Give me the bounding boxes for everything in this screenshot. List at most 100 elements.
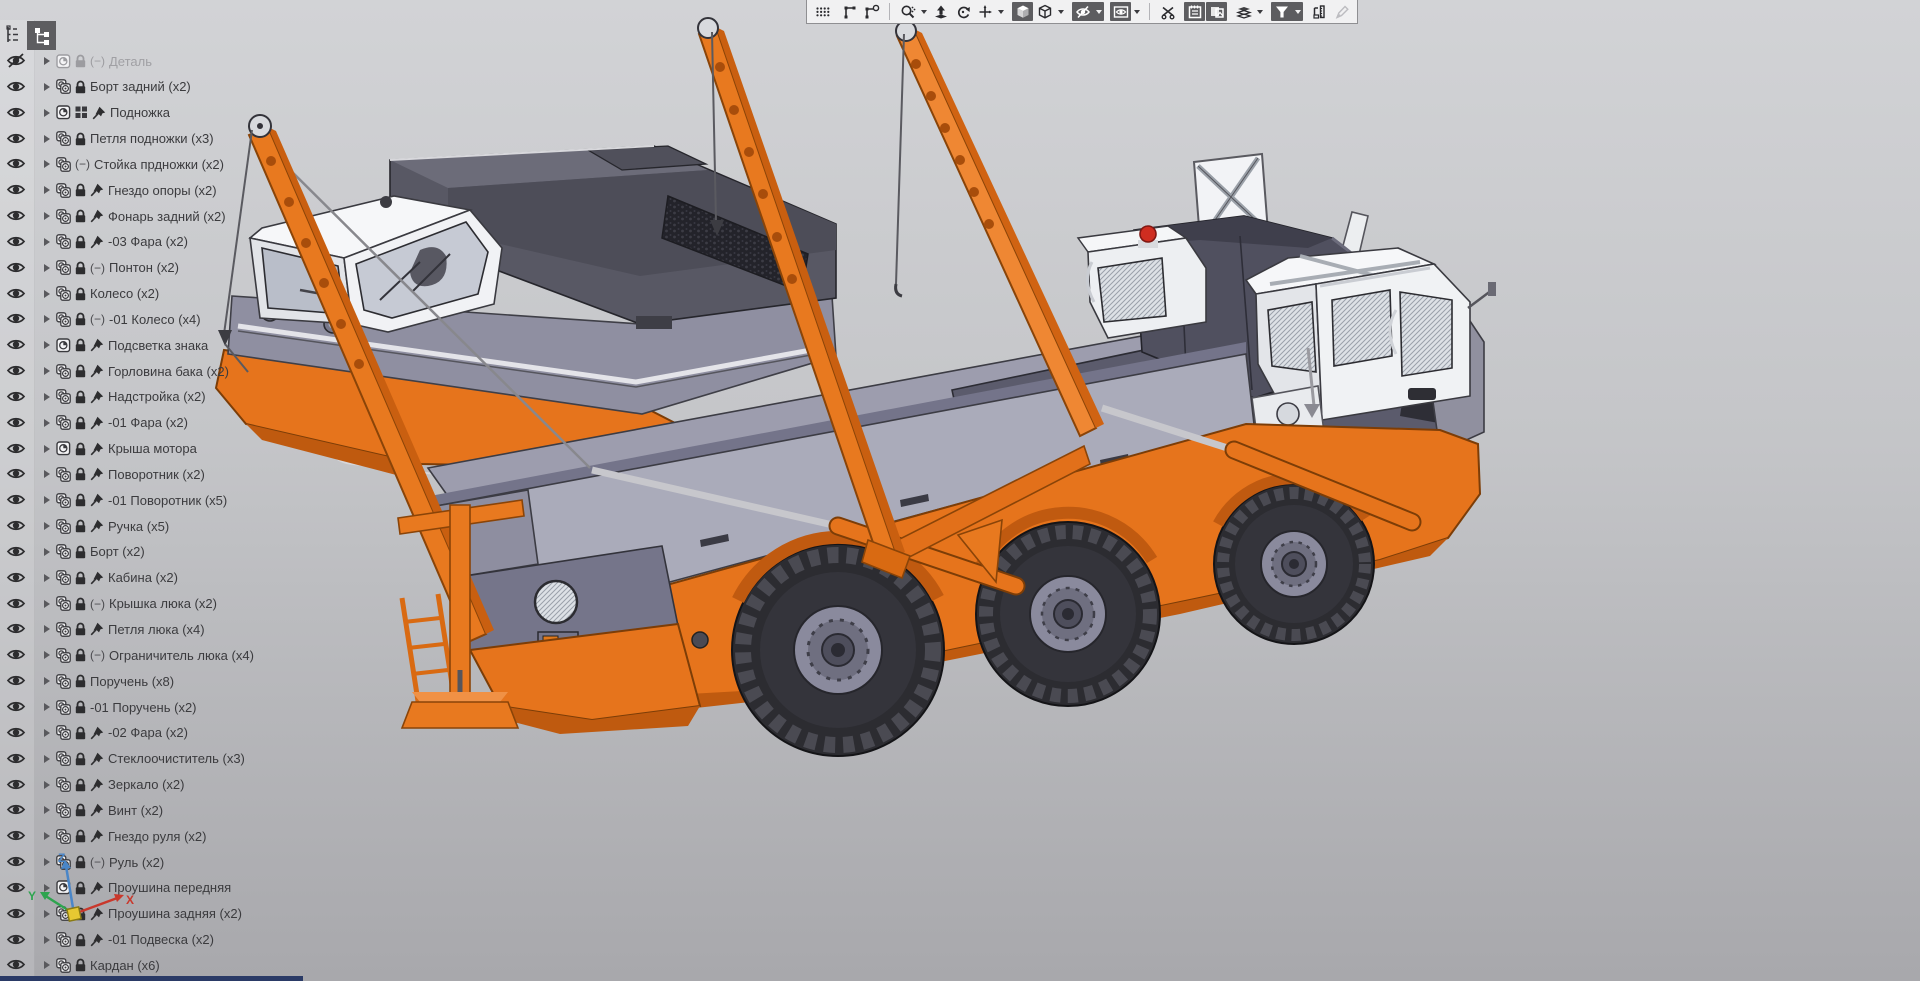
zoom-area-button-dropdown[interactable] xyxy=(918,2,929,21)
move-view-button[interactable] xyxy=(974,2,995,21)
toolbar-drag-handle[interactable] xyxy=(812,2,833,21)
stamp-button-dropdown[interactable] xyxy=(1254,2,1265,21)
expand-arrow[interactable] xyxy=(44,238,50,246)
tree-row[interactable]: Борт (x2) xyxy=(0,539,420,565)
tree-row[interactable]: -02 Фара (x2) xyxy=(0,720,420,746)
expand-arrow[interactable] xyxy=(44,367,50,375)
visibility-eye-icon[interactable] xyxy=(6,234,26,249)
visibility-eye-icon[interactable] xyxy=(6,570,26,585)
tree-row[interactable]: Петля люка (x4) xyxy=(0,616,420,642)
visibility-eye-icon[interactable] xyxy=(6,828,26,843)
tree-row[interactable]: Поручень (x8) xyxy=(0,668,420,694)
visibility-eye-icon[interactable] xyxy=(6,518,26,533)
expand-arrow[interactable] xyxy=(44,470,50,478)
wheel-rear[interactable] xyxy=(1214,484,1374,644)
tree-row[interactable]: Стеклоочиститель (x3) xyxy=(0,746,420,772)
expand-arrow[interactable] xyxy=(44,600,50,608)
expand-arrow[interactable] xyxy=(44,212,50,220)
visibility-eye-icon[interactable] xyxy=(6,208,26,223)
visibility-eye-icon[interactable] xyxy=(6,673,26,688)
tree-row[interactable]: Гнездо опоры (x2) xyxy=(0,177,420,203)
tree-row[interactable]: -03 Фара (x2) xyxy=(0,229,420,255)
tree-row[interactable]: Поворотник (x2) xyxy=(0,461,420,487)
hide-components-button[interactable] xyxy=(1072,2,1093,21)
measure-button[interactable] xyxy=(1309,2,1330,21)
visibility-eye-icon[interactable] xyxy=(6,751,26,766)
hide-components-button-dropdown[interactable] xyxy=(1093,2,1104,21)
expand-arrow[interactable] xyxy=(44,729,50,737)
visibility-eye-icon[interactable] xyxy=(6,957,26,972)
tree-row[interactable]: (−)Стойка прдножки (x2) xyxy=(0,151,420,177)
wheel-middle[interactable] xyxy=(976,522,1160,706)
visibility-eye-icon[interactable] xyxy=(6,544,26,559)
expand-arrow[interactable] xyxy=(44,315,50,323)
expand-arrow[interactable] xyxy=(44,57,50,65)
rotate-view-button[interactable] xyxy=(952,2,973,21)
tree-row[interactable]: (−)Крышка люка (x2) xyxy=(0,591,420,617)
visibility-eye-icon[interactable] xyxy=(6,131,26,146)
tree-row[interactable]: Борт задний (x2) xyxy=(0,74,420,100)
tree-row[interactable]: (−)Ограничитель люка (x4) xyxy=(0,642,420,668)
zoom-area-button[interactable] xyxy=(897,2,918,21)
tree-row[interactable]: -01 Поворотник (x5) xyxy=(0,487,420,513)
expand-arrow[interactable] xyxy=(44,677,50,685)
tree-row[interactable]: Крыша мотора xyxy=(0,436,420,462)
expand-arrow[interactable] xyxy=(44,625,50,633)
expand-arrow[interactable] xyxy=(44,160,50,168)
tree-row[interactable]: (−)Деталь xyxy=(0,48,420,74)
expand-arrow[interactable] xyxy=(44,419,50,427)
tree-row[interactable]: Петля подножки (x3) xyxy=(0,126,420,152)
visibility-eye-icon[interactable] xyxy=(6,389,26,404)
move-view-button-dropdown[interactable] xyxy=(995,2,1006,21)
visibility-eye-icon[interactable] xyxy=(6,311,26,326)
visibility-eye-off-icon[interactable] xyxy=(6,53,26,68)
tree-row[interactable]: Надстройка (x2) xyxy=(0,384,420,410)
expand-arrow[interactable] xyxy=(44,832,50,840)
visibility-eye-icon[interactable] xyxy=(6,79,26,94)
wireframe-display-button-dropdown[interactable] xyxy=(1055,2,1066,21)
visibility-eye-icon[interactable] xyxy=(6,286,26,301)
visibility-eye-icon[interactable] xyxy=(6,363,26,378)
expand-arrow[interactable] xyxy=(44,755,50,763)
component-tree-button[interactable] xyxy=(27,21,56,50)
drawing-mode-button[interactable] xyxy=(1184,2,1205,21)
expand-arrow[interactable] xyxy=(44,496,50,504)
visibility-eye-icon[interactable] xyxy=(6,260,26,275)
visibility-eye-icon[interactable] xyxy=(6,621,26,636)
tree-row[interactable]: Винт (x2) xyxy=(0,797,420,823)
shaded-display-button[interactable] xyxy=(1012,2,1033,21)
annotate-button[interactable] xyxy=(1331,2,1352,21)
visibility-eye-icon[interactable] xyxy=(6,415,26,430)
visibility-eye-icon[interactable] xyxy=(6,441,26,456)
visibility-eye-icon[interactable] xyxy=(6,802,26,817)
parameters-list-button[interactable] xyxy=(3,23,25,47)
expand-arrow[interactable] xyxy=(44,341,50,349)
tree-row[interactable]: Подсветка знака xyxy=(0,332,420,358)
tree-row[interactable]: -01 Поручень (x2) xyxy=(0,694,420,720)
visibility-eye-icon[interactable] xyxy=(6,647,26,662)
expand-arrow[interactable] xyxy=(44,574,50,582)
tree-row[interactable]: (−)Понтон (x2) xyxy=(0,255,420,281)
image-quality-button[interactable] xyxy=(1206,2,1227,21)
tree-row[interactable]: Зеркало (x2) xyxy=(0,772,420,798)
visibility-eye-icon[interactable] xyxy=(6,492,26,507)
tree-row[interactable]: Кабина (x2) xyxy=(0,565,420,591)
expand-arrow[interactable] xyxy=(44,83,50,91)
filter-objects-button[interactable] xyxy=(1271,2,1292,21)
orientation-button[interactable] xyxy=(930,2,951,21)
visibility-eye-icon[interactable] xyxy=(6,777,26,792)
expand-arrow[interactable] xyxy=(44,264,50,272)
show-in-window-button-dropdown[interactable] xyxy=(1131,2,1142,21)
tree-row[interactable]: Подножка xyxy=(0,100,420,126)
expand-arrow[interactable] xyxy=(44,651,50,659)
expand-arrow[interactable] xyxy=(44,703,50,711)
tree-row[interactable]: Горловина бака (x2) xyxy=(0,358,420,384)
tree-row[interactable]: -01 Фара (x2) xyxy=(0,410,420,436)
visibility-eye-icon[interactable] xyxy=(6,725,26,740)
expand-arrow[interactable] xyxy=(44,445,50,453)
mid-cab[interactable] xyxy=(1078,226,1206,338)
expand-arrow[interactable] xyxy=(44,393,50,401)
tree-row[interactable]: Кардан (x6) xyxy=(0,952,420,978)
tree-row[interactable]: Фонарь задний (x2) xyxy=(0,203,420,229)
visibility-eye-icon[interactable] xyxy=(6,182,26,197)
